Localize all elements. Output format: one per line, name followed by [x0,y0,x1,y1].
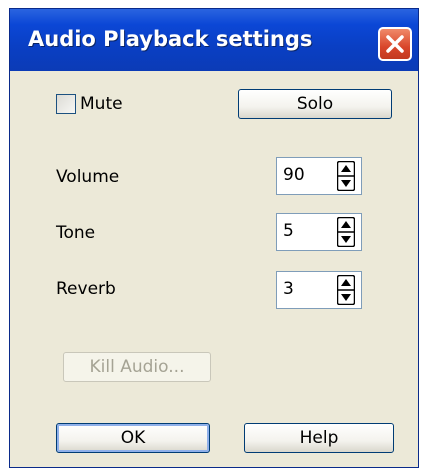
close-button[interactable] [378,27,412,61]
title-bar[interactable]: Audio Playback settings [10,9,418,71]
mute-checkbox-row[interactable]: Mute [56,89,123,119]
tone-spinbox[interactable]: 5 [276,213,362,251]
tone-value[interactable]: 5 [283,221,294,241]
dialog-window: Audio Playback settings Mute Solo Volume… [9,8,419,468]
tone-label: Tone [56,223,96,243]
close-icon [386,35,404,53]
window-title: Audio Playback settings [28,27,313,51]
reverb-spinbox[interactable]: 3 [276,271,362,309]
help-button[interactable]: Help [244,423,394,453]
volume-value[interactable]: 90 [283,165,305,185]
spin-arrows-icon[interactable] [337,217,355,247]
volume-label: Volume [56,167,120,187]
dialog-client: Mute Solo Volume 90 Tone 5 Reverb 3 Kill… [16,71,412,461]
spin-arrows-icon[interactable] [337,275,355,305]
volume-spinbox[interactable]: 90 [276,157,362,195]
kill-audio-button: Kill Audio... [63,352,211,382]
mute-checkbox[interactable] [56,94,76,114]
reverb-label: Reverb [56,279,116,299]
solo-button[interactable]: Solo [238,89,392,119]
mute-label: Mute [80,94,123,114]
ok-button[interactable]: OK [56,423,210,453]
reverb-value[interactable]: 3 [283,279,294,299]
spin-arrows-icon[interactable] [337,161,355,191]
